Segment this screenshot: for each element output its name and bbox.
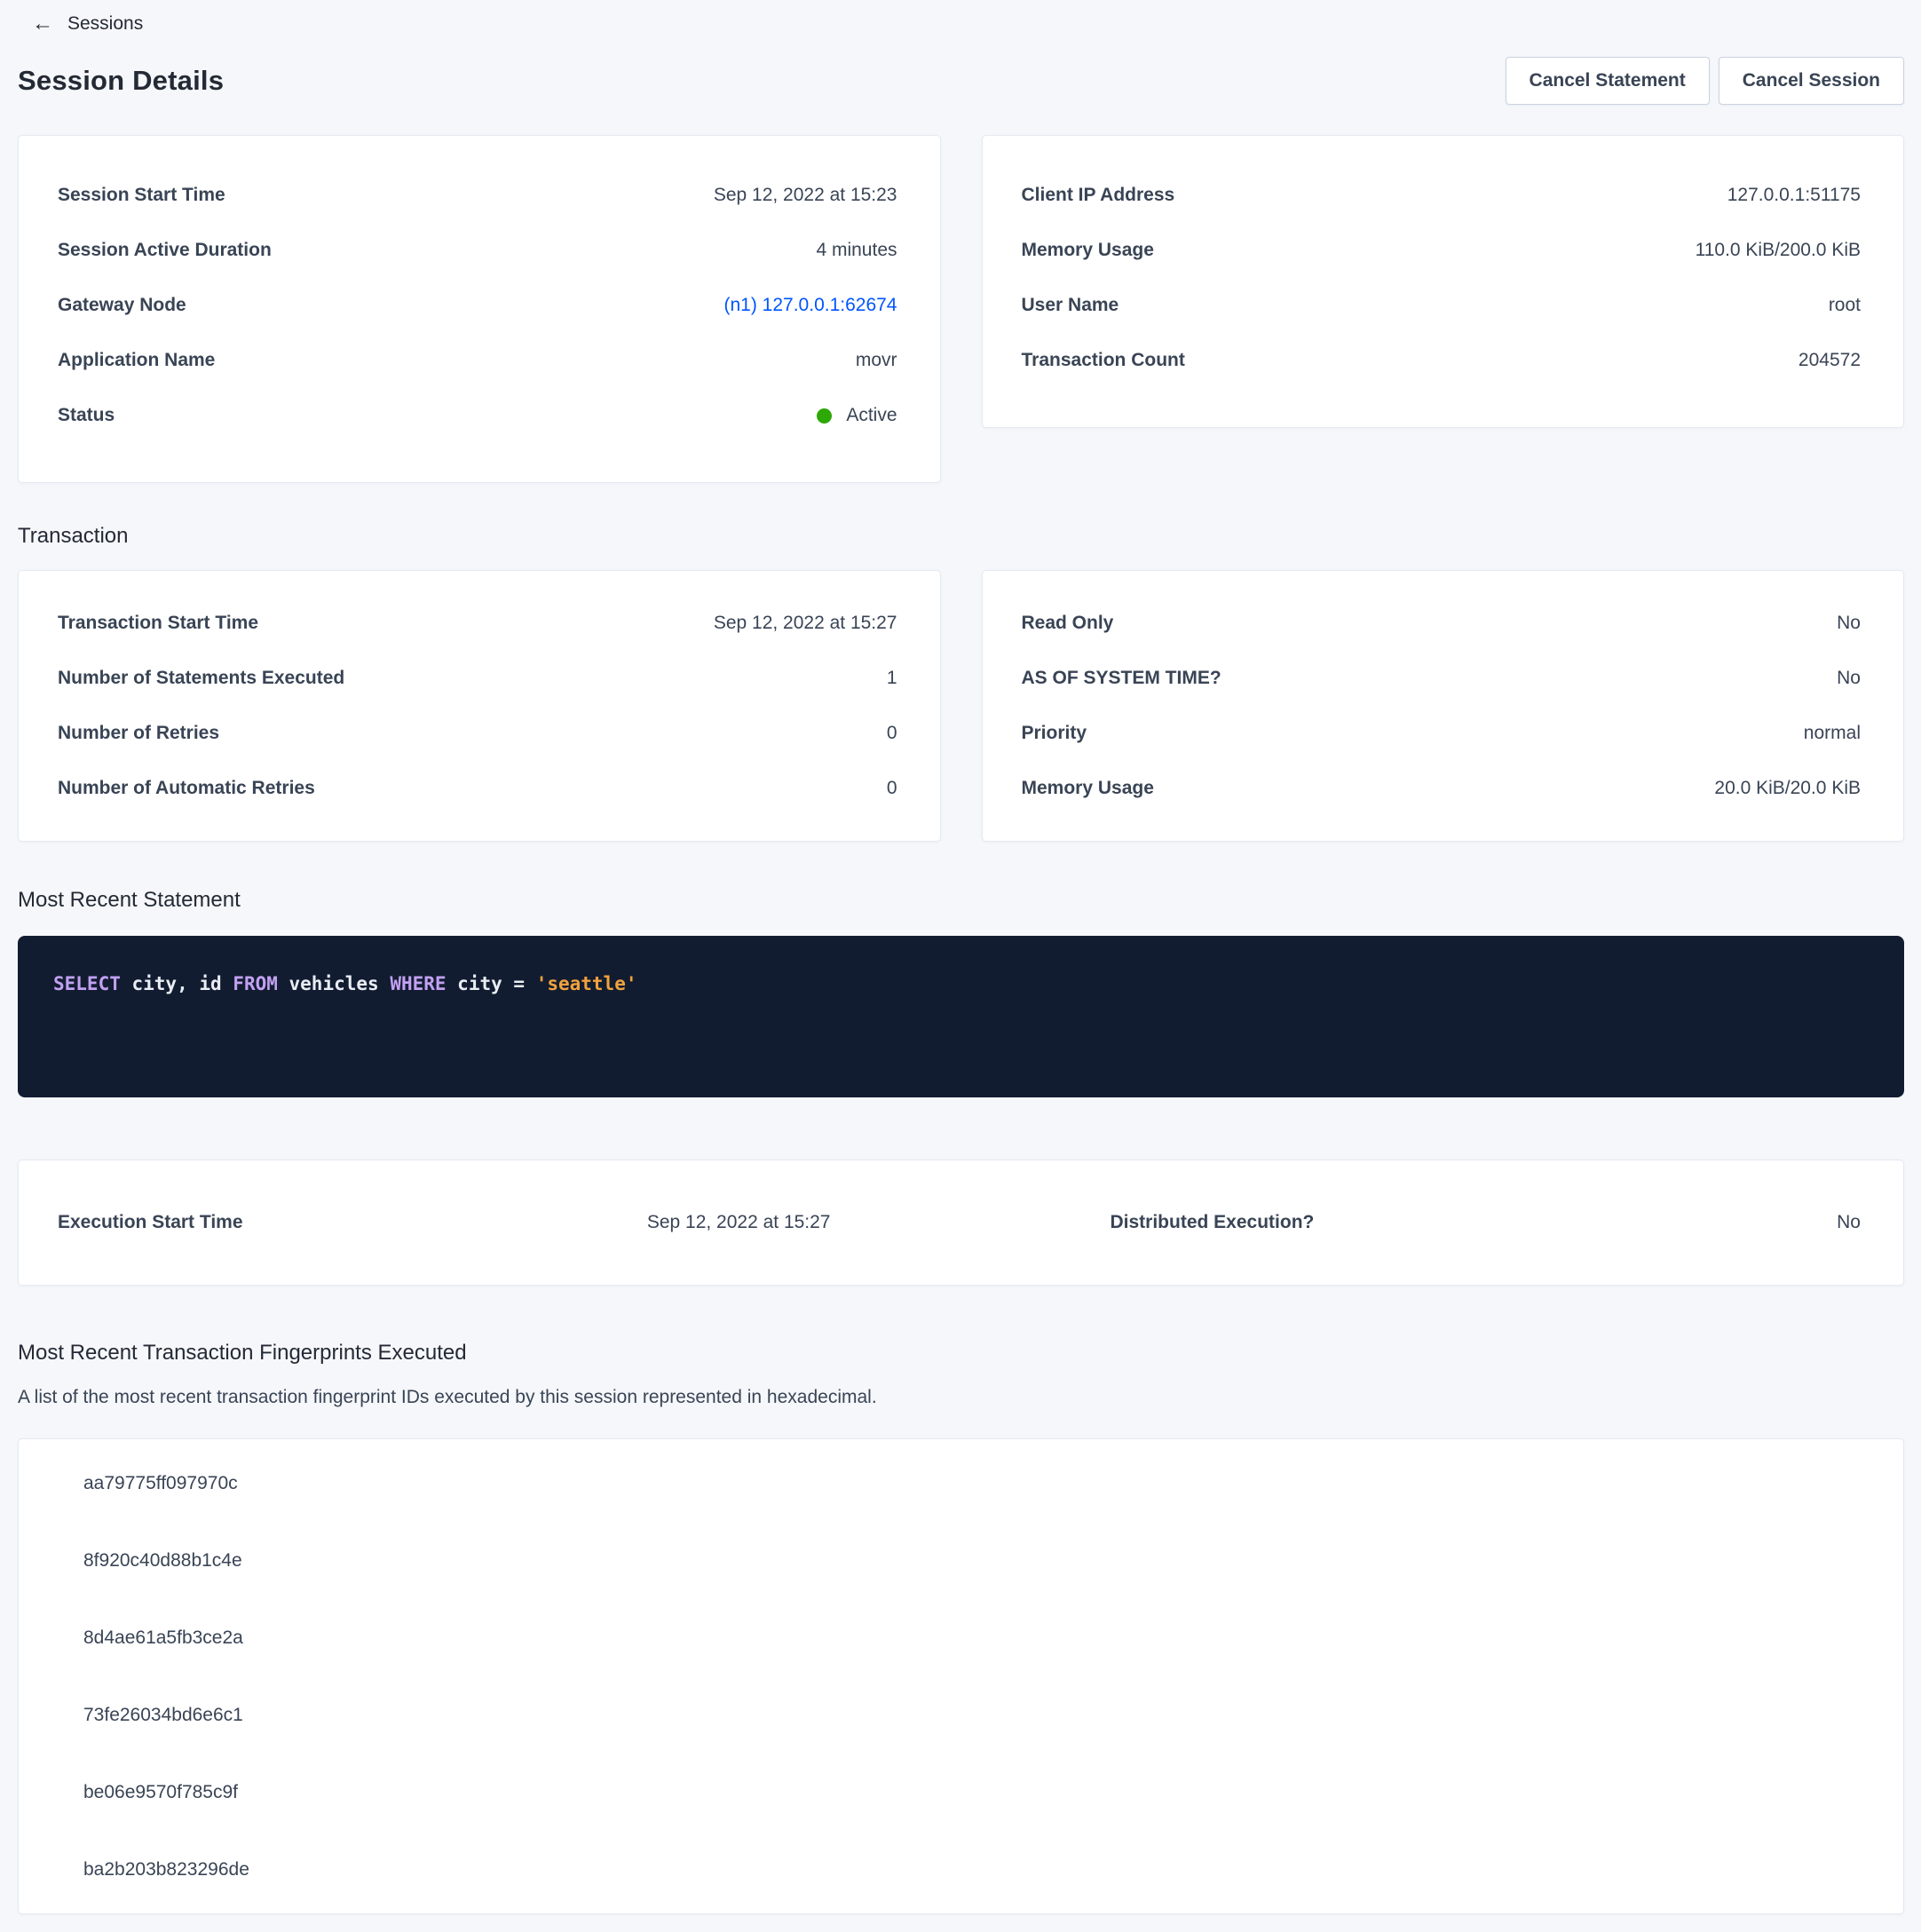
detail-value: movr xyxy=(856,350,897,371)
execution-start-group: Execution Start Time Sep 12, 2022 at 15:… xyxy=(58,1212,960,1233)
detail-row: Priority normal xyxy=(1022,706,1862,761)
detail-row: Session Active Duration 4 minutes xyxy=(58,223,897,278)
fingerprints-section-title: Most Recent Transaction Fingerprints Exe… xyxy=(18,1341,1904,1366)
sql-statement-code-block: SELECT city, id FROM vehicles WHERE city… xyxy=(18,936,1904,1097)
detail-value: 1 xyxy=(887,668,897,689)
sql-keyword: FROM xyxy=(233,973,278,994)
detail-value: 127.0.0.1:51175 xyxy=(1727,185,1861,206)
page-title: Session Details xyxy=(18,65,224,97)
detail-row: Status Active xyxy=(58,388,897,443)
detail-label: Memory Usage xyxy=(1022,240,1154,261)
fingerprint-list-item: 8f920c40d88b1c4e xyxy=(19,1522,1903,1599)
detail-label: Memory Usage xyxy=(1022,778,1154,799)
back-link-label: Sessions xyxy=(67,13,143,35)
back-arrow-icon: ← xyxy=(32,13,53,35)
sql-keyword: SELECT xyxy=(53,973,121,994)
sql-keyword: WHERE xyxy=(390,973,446,994)
detail-label: Distributed Execution? xyxy=(1111,1212,1315,1233)
detail-row: Transaction Count 204572 xyxy=(1022,333,1862,388)
session-details-page: ← Sessions Session Details Cancel Statem… xyxy=(0,0,1921,1914)
topbar: ← Sessions xyxy=(18,11,1904,37)
detail-label: Client IP Address xyxy=(1022,185,1175,206)
detail-value: No xyxy=(1837,613,1861,634)
detail-row: Client IP Address 127.0.0.1:51175 xyxy=(1022,168,1862,223)
detail-label: Session Active Duration xyxy=(58,240,272,261)
detail-label: AS OF SYSTEM TIME? xyxy=(1022,668,1221,689)
sessions-back-link[interactable]: ← Sessions xyxy=(32,13,143,35)
fingerprints-card: aa79775ff097970c 8f920c40d88b1c4e 8d4ae6… xyxy=(18,1438,1904,1914)
detail-value: root xyxy=(1829,295,1861,316)
detail-label: Transaction Start Time xyxy=(58,613,258,634)
gateway-node-link[interactable]: (n1) 127.0.0.1:62674 xyxy=(724,295,897,316)
execution-card: Execution Start Time Sep 12, 2022 at 15:… xyxy=(18,1160,1904,1286)
sql-text: city, id xyxy=(121,973,233,994)
detail-label: Transaction Count xyxy=(1022,350,1185,371)
transaction-section-title: Transaction xyxy=(18,524,1904,549)
detail-label: Application Name xyxy=(58,350,215,371)
detail-value: 204572 xyxy=(1798,350,1861,371)
detail-value: No xyxy=(1837,1212,1861,1233)
detail-row: AS OF SYSTEM TIME? No xyxy=(1022,651,1862,706)
session-overview-cards: Session Start Time Sep 12, 2022 at 15:23… xyxy=(18,135,1904,483)
status-active-dot-icon xyxy=(817,408,832,424)
detail-label: Number of Statements Executed xyxy=(58,668,344,689)
detail-value: 4 minutes xyxy=(816,240,897,261)
detail-row: Number of Retries 0 xyxy=(58,706,897,761)
transaction-left-card: Transaction Start Time Sep 12, 2022 at 1… xyxy=(18,570,941,842)
detail-row: Application Name movr xyxy=(58,333,897,388)
fingerprint-list-item: 73fe26034bd6e6c1 xyxy=(19,1676,1903,1754)
fingerprint-list-item: be06e9570f785c9f xyxy=(19,1754,1903,1831)
distributed-execution-group: Distributed Execution? No xyxy=(960,1212,1862,1233)
detail-value: Sep 12, 2022 at 15:23 xyxy=(714,185,897,206)
transaction-cards: Transaction Start Time Sep 12, 2022 at 1… xyxy=(18,570,1904,842)
fingerprint-list-item: aa79775ff097970c xyxy=(19,1445,1903,1522)
sql-text: vehicles xyxy=(278,973,390,994)
detail-label: User Name xyxy=(1022,295,1119,316)
statement-section-title: Most Recent Statement xyxy=(18,888,1904,913)
status-badge: Active xyxy=(817,405,897,426)
detail-value: 0 xyxy=(887,778,897,799)
session-overview-right-card: Client IP Address 127.0.0.1:51175 Memory… xyxy=(982,135,1905,428)
sql-string-literal: 'seattle' xyxy=(536,973,637,994)
detail-row: Memory Usage 20.0 KiB/20.0 KiB xyxy=(1022,761,1862,816)
detail-row: User Name root xyxy=(1022,278,1862,333)
header-buttons: Cancel Statement Cancel Session xyxy=(1506,57,1904,105)
detail-row: Read Only No xyxy=(1022,596,1862,651)
detail-value: normal xyxy=(1804,723,1861,744)
fingerprint-list-item: 8d4ae61a5fb3ce2a xyxy=(19,1599,1903,1676)
detail-row: Session Start Time Sep 12, 2022 at 15:23 xyxy=(58,168,897,223)
header-row: Session Details Cancel Statement Cancel … xyxy=(18,57,1904,105)
detail-label: Read Only xyxy=(1022,613,1114,634)
transaction-right-card: Read Only No AS OF SYSTEM TIME? No Prior… xyxy=(982,570,1905,842)
detail-row: Gateway Node (n1) 127.0.0.1:62674 xyxy=(58,278,897,333)
detail-label: Number of Automatic Retries xyxy=(58,778,315,799)
detail-value: Sep 12, 2022 at 15:27 xyxy=(647,1212,831,1233)
detail-label: Priority xyxy=(1022,723,1087,744)
detail-value: 20.0 KiB/20.0 KiB xyxy=(1714,778,1861,799)
detail-row: Number of Statements Executed 1 xyxy=(58,651,897,706)
detail-value: 0 xyxy=(887,723,897,744)
detail-value: No xyxy=(1837,668,1861,689)
detail-label: Session Start Time xyxy=(58,185,225,206)
detail-value: Sep 12, 2022 at 15:27 xyxy=(714,613,897,634)
fingerprints-description: A list of the most recent transaction fi… xyxy=(18,1387,1904,1408)
detail-label: Number of Retries xyxy=(58,723,219,744)
cancel-statement-button[interactable]: Cancel Statement xyxy=(1506,57,1710,105)
detail-label: Status xyxy=(58,405,115,426)
detail-value: 110.0 KiB/200.0 KiB xyxy=(1696,240,1861,261)
session-overview-left-card: Session Start Time Sep 12, 2022 at 15:23… xyxy=(18,135,941,483)
detail-label: Gateway Node xyxy=(58,295,186,316)
detail-label: Execution Start Time xyxy=(58,1212,243,1233)
detail-row: Transaction Start Time Sep 12, 2022 at 1… xyxy=(58,596,897,651)
status-label: Active xyxy=(846,405,897,426)
fingerprint-list-item: ba2b203b823296de xyxy=(19,1831,1903,1908)
sql-text: city = xyxy=(447,973,536,994)
detail-row: Memory Usage 110.0 KiB/200.0 KiB xyxy=(1022,223,1862,278)
cancel-session-button[interactable]: Cancel Session xyxy=(1719,57,1904,105)
detail-row: Number of Automatic Retries 0 xyxy=(58,761,897,816)
